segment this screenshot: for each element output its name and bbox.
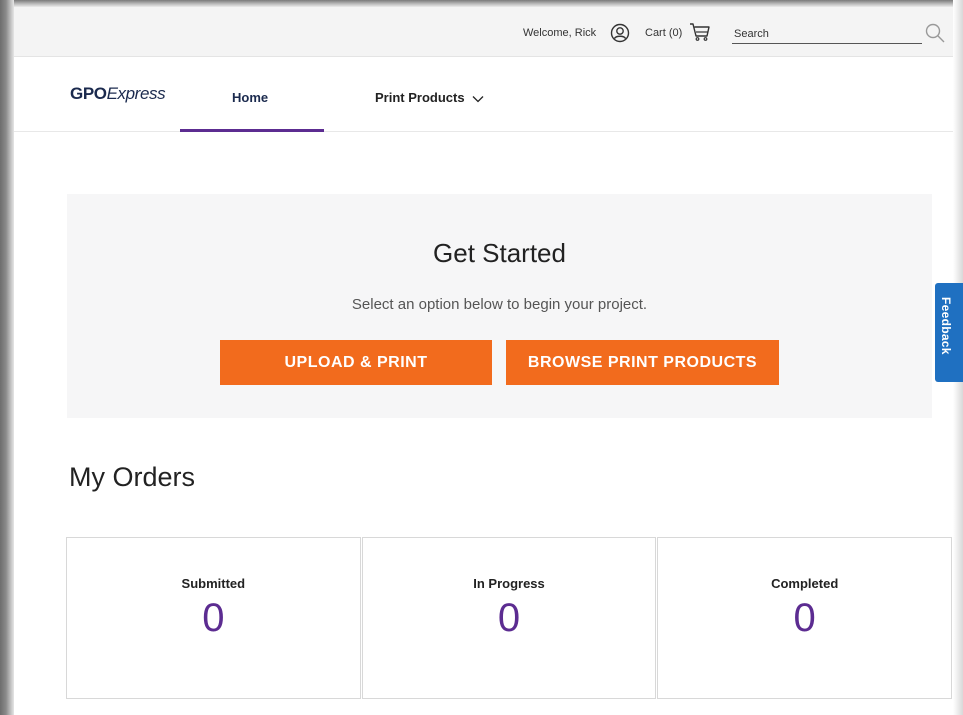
get-started-panel: Get Started Select an option below to be… <box>67 194 932 418</box>
utility-bar: Welcome, Rick Cart (0) <box>14 7 953 57</box>
my-orders-title: My Orders <box>69 462 196 492</box>
order-card-submitted[interactable]: Submitted 0 <box>66 537 361 699</box>
cart-link[interactable]: Cart (0) <box>645 27 682 39</box>
orders-summary: Submitted 0 In Progress 0 Completed 0 <box>66 537 953 699</box>
gpo-express-logo[interactable]: GPOExpress <box>70 84 166 104</box>
browse-print-products-button[interactable]: BROWSE PRINT PRODUCTS <box>506 340 779 385</box>
chevron-down-icon <box>472 95 484 102</box>
order-card-label: Completed <box>771 576 839 591</box>
order-card-label: Submitted <box>181 576 246 591</box>
search-input[interactable] <box>732 24 922 44</box>
get-started-subtitle: Select an option below to begin your pro… <box>351 296 648 313</box>
logo-bold-text: GPO <box>70 84 107 103</box>
feedback-tab-label: Feedback <box>939 297 953 355</box>
nav-home-label: Home <box>232 90 269 105</box>
user-circle-icon[interactable] <box>610 23 630 43</box>
page: Welcome, Rick Cart (0) GPOExpress Home P… <box>14 7 953 715</box>
order-card-in-progress[interactable]: In Progress 0 <box>361 537 657 699</box>
nav-item-print-products[interactable]: Print Products <box>375 90 484 105</box>
get-started-title: Get Started <box>433 238 566 268</box>
upload-and-print-button[interactable]: UPLOAD & PRINT <box>220 340 492 385</box>
welcome-text: Welcome, Rick <box>523 27 597 39</box>
main-nav: GPOExpress Home Print Products <box>14 57 953 132</box>
window-frame-top <box>0 0 963 7</box>
order-card-count: 0 <box>793 596 816 640</box>
nav-print-products-label: Print Products <box>375 90 465 105</box>
nav-item-home[interactable]: Home <box>180 57 324 132</box>
order-card-completed[interactable]: Completed 0 <box>657 537 953 699</box>
feedback-tab[interactable]: Feedback <box>935 283 963 382</box>
order-card-label: In Progress <box>473 576 545 591</box>
order-card-count: 0 <box>202 596 225 640</box>
logo-italic-text: Express <box>106 84 166 103</box>
cart-icon[interactable] <box>689 22 711 42</box>
magnifier-icon[interactable] <box>924 22 946 44</box>
order-card-count: 0 <box>497 596 521 640</box>
window-frame-left <box>0 0 14 715</box>
